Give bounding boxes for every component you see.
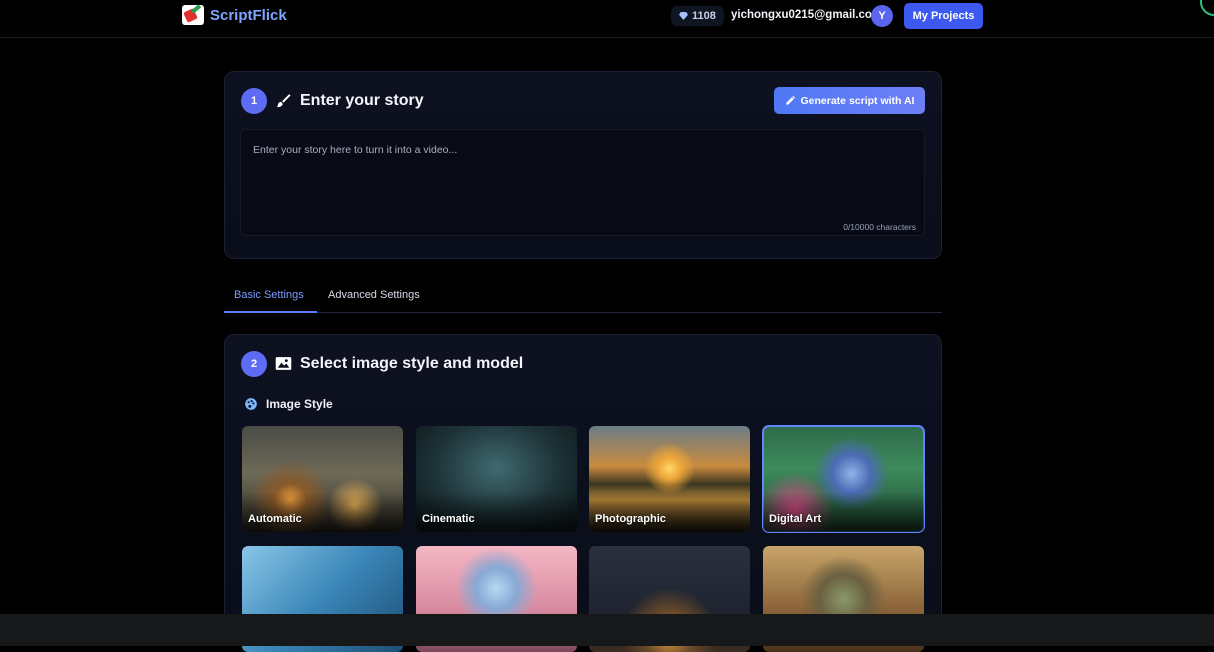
image-style-label: Image Style [244,397,333,411]
palette-icon [245,398,257,410]
settings-tabs: Basic Settings Advanced Settings [224,283,942,313]
image-icon [274,354,292,372]
generate-script-label: Generate script with AI [800,94,915,107]
active-tab-indicator [224,311,317,313]
tab-advanced-settings[interactable]: Advanced Settings [328,289,420,301]
pencil-icon [785,95,795,105]
avatar[interactable]: Y [871,5,893,27]
logo-text: ScriptFlick [210,6,287,24]
tab-basic-settings[interactable]: Basic Settings [234,289,304,301]
step-badge-2: 2 [241,351,267,377]
style-option-cinematic[interactable]: Cinematic [416,426,577,532]
logo[interactable]: ScriptFlick [182,5,287,25]
style-option-digital-art[interactable]: Digital Art [762,425,925,533]
style-label: Cinematic [422,513,475,525]
char-count: 0/10000 characters [843,222,916,232]
story-placeholder: Enter your story here to turn it into a … [253,144,458,156]
style-option-automatic[interactable]: Automatic [242,426,403,532]
diamond-icon [679,12,688,20]
style-label: Digital Art [769,513,822,525]
style-option-photographic[interactable]: Photographic [589,426,750,532]
step-badge-1: 1 [241,88,267,114]
user-email: yichongxu0215@gmail.com [731,9,883,21]
style-card: 2 Select image style and model Image Sty… [224,334,942,652]
bottom-bar [0,614,1214,646]
top-bar: ScriptFlick 1108 yichongxu0215@gmail.com… [0,0,1214,38]
story-card: 1 Enter your story Generate script with … [224,71,942,259]
story-title: Enter your story [300,92,424,109]
style-label: Automatic [248,513,302,525]
status-indicator-icon [1200,0,1214,16]
style-label: Photographic [595,513,666,525]
brush-icon [274,91,292,109]
story-textarea[interactable]: Enter your story here to turn it into a … [240,129,925,236]
credits-badge[interactable]: 1108 [671,6,724,26]
my-projects-button[interactable]: My Projects [904,3,983,29]
credits-count: 1108 [692,10,716,22]
generate-script-button[interactable]: Generate script with AI [774,87,925,114]
logo-icon [182,5,204,25]
style-title: Select image style and model [300,355,524,372]
image-style-text: Image Style [266,397,333,411]
